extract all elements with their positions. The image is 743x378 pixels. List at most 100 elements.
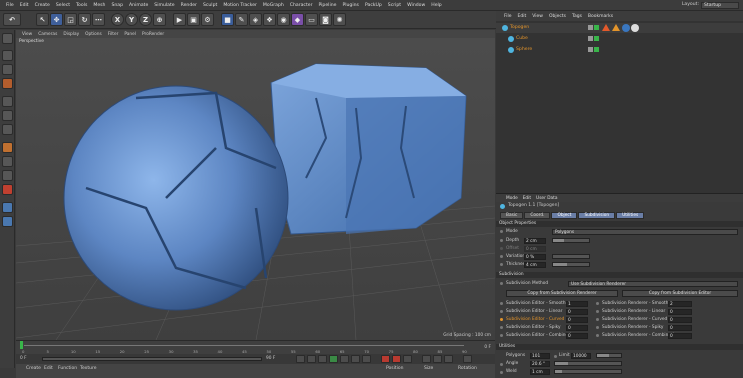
- bottom-menu-texture[interactable]: Texture: [80, 366, 96, 371]
- layout-select[interactable]: Startup: [701, 2, 739, 9]
- angle-slider[interactable]: [554, 361, 622, 366]
- tab-subdivision[interactable]: Subdivision: [578, 212, 616, 219]
- object-row-cube[interactable]: Cube: [496, 34, 743, 44]
- om-menu-objects[interactable]: Objects: [549, 14, 566, 19]
- thickness-slider[interactable]: [552, 262, 590, 267]
- edges-mode-icon[interactable]: [2, 110, 13, 121]
- visibility-icon[interactable]: [588, 47, 593, 52]
- timeline-playhead[interactable]: [20, 341, 23, 349]
- menu-snap[interactable]: Snap: [111, 3, 123, 8]
- animation-dot-icon[interactable]: [500, 363, 503, 366]
- menu-sculpt[interactable]: Sculpt: [203, 3, 217, 8]
- render-view-icon[interactable]: ▶: [173, 13, 186, 26]
- animation-dot-icon[interactable]: [596, 318, 599, 321]
- rotation-key-icon[interactable]: [444, 355, 453, 363]
- tweak-mode-icon[interactable]: [2, 156, 13, 167]
- subdiv-editor-combined-field[interactable]: 0: [566, 333, 588, 339]
- deformer-icon[interactable]: ◆: [291, 13, 304, 26]
- viewport-menu-filter[interactable]: Filter: [108, 32, 119, 37]
- menu-animate[interactable]: Animate: [129, 3, 148, 8]
- render-picture-viewer-icon[interactable]: ▣: [187, 13, 200, 26]
- mode-dropdown[interactable]: Polygons: [552, 229, 738, 235]
- texture-mode-icon[interactable]: [2, 64, 13, 75]
- play-icon[interactable]: [329, 355, 338, 363]
- animation-dot-icon[interactable]: [596, 302, 599, 305]
- animation-dot-icon[interactable]: [500, 230, 503, 233]
- scale-key-icon[interactable]: [433, 355, 442, 363]
- animation-dot-icon[interactable]: [500, 371, 503, 374]
- menu-select[interactable]: Select: [56, 3, 70, 8]
- viewport-menu-prorender[interactable]: ProRender: [142, 32, 164, 37]
- object-name[interactable]: Cube: [516, 34, 528, 44]
- prev-frame-icon[interactable]: [318, 355, 327, 363]
- animation-dot-icon[interactable]: [500, 334, 503, 337]
- material-tag-icon[interactable]: [631, 24, 639, 32]
- copy-from-editor-button[interactable]: Copy from Subdivision Editor: [622, 290, 738, 297]
- menu-file[interactable]: File: [6, 3, 14, 8]
- coordinate-system-icon[interactable]: ⊕: [153, 13, 166, 26]
- points-mode-icon[interactable]: [2, 96, 13, 107]
- viewport-menu-view[interactable]: View: [22, 32, 32, 37]
- am-menu-user-data[interactable]: User Data: [536, 196, 557, 201]
- subdiv-renderer-linear-field[interactable]: 0: [668, 309, 692, 315]
- array-icon[interactable]: ❖: [263, 13, 276, 26]
- menu-help[interactable]: Help: [431, 3, 441, 8]
- subdivision-surface-icon[interactable]: ◈: [249, 13, 262, 26]
- limit-slider[interactable]: [596, 353, 622, 358]
- menu-mograph[interactable]: MoGraph: [263, 3, 284, 8]
- record-keys-icon[interactable]: [381, 355, 390, 363]
- om-menu-edit[interactable]: Edit: [518, 14, 527, 19]
- menu-edit[interactable]: Edit: [20, 3, 29, 8]
- depth-slider[interactable]: [552, 238, 590, 243]
- make-editable-icon[interactable]: [2, 33, 13, 44]
- bottom-menu-create[interactable]: Create: [26, 366, 41, 371]
- timeline-menu-icon[interactable]: [463, 355, 472, 363]
- animation-dot-icon[interactable]: [500, 318, 503, 321]
- menu-tools[interactable]: Tools: [76, 3, 87, 8]
- viewport-menu-options[interactable]: Options: [85, 32, 102, 37]
- enabled-check-icon[interactable]: [594, 36, 599, 41]
- am-menu-edit[interactable]: Edit: [523, 196, 531, 201]
- viewport-menu-cameras[interactable]: Cameras: [38, 32, 57, 37]
- animation-dot-icon[interactable]: [596, 334, 599, 337]
- offset-field[interactable]: 0 cm: [524, 246, 546, 252]
- instance-icon[interactable]: ◉: [277, 13, 290, 26]
- tab-object[interactable]: Object: [551, 212, 578, 219]
- menu-motion-tracker[interactable]: Motion Tracker: [223, 3, 257, 8]
- depth-field[interactable]: 2 cm: [524, 238, 546, 244]
- copy-from-renderer-button[interactable]: Copy from Subdivision Renderer: [506, 290, 618, 297]
- 3d-viewport[interactable]: Perspective Grid Spacing : 100 cm: [16, 38, 495, 340]
- enable-axis-icon[interactable]: [2, 142, 13, 153]
- subdiv-renderer-smooth-field[interactable]: 2: [668, 301, 692, 307]
- live-selection-icon[interactable]: ↖: [36, 13, 49, 26]
- animation-dot-icon[interactable]: [500, 282, 503, 285]
- subdiv-renderer-spiky-field[interactable]: 0: [668, 325, 692, 331]
- animation-dot-icon[interactable]: [596, 326, 599, 329]
- workplane-icon[interactable]: [2, 78, 13, 89]
- enabled-check-icon[interactable]: [594, 25, 599, 30]
- axis-z-button[interactable]: Z: [139, 13, 152, 26]
- goto-end-icon[interactable]: [362, 355, 371, 363]
- menu-simulate[interactable]: Simulate: [154, 3, 174, 8]
- menu-character[interactable]: Character: [290, 3, 313, 8]
- viewport-menu-panel[interactable]: Panel: [124, 32, 136, 37]
- subdiv-editor-spiky-field[interactable]: 0: [566, 325, 588, 331]
- polygons-mode-icon[interactable]: [2, 124, 13, 135]
- limit-field[interactable]: 10000: [571, 353, 591, 359]
- object-row-sphere[interactable]: Sphere: [496, 45, 743, 55]
- rotate-tool-icon[interactable]: ↻: [78, 13, 91, 26]
- material-tag-icon[interactable]: [622, 24, 630, 32]
- prev-key-icon[interactable]: [307, 355, 316, 363]
- visibility-icon[interactable]: [588, 36, 593, 41]
- variation-field[interactable]: 0 %: [524, 254, 546, 260]
- render-settings-icon[interactable]: ⚙: [201, 13, 214, 26]
- bottom-menu-function[interactable]: Function: [58, 366, 77, 371]
- autokey-icon[interactable]: [392, 355, 401, 363]
- scale-tool-icon[interactable]: ◲: [64, 13, 77, 26]
- camera-icon[interactable]: ◙: [319, 13, 332, 26]
- preview-range-slider[interactable]: [42, 357, 262, 361]
- object-name[interactable]: Sphere: [516, 45, 532, 55]
- animation-dot-icon[interactable]: [500, 326, 503, 329]
- animation-dot-icon[interactable]: [554, 355, 557, 358]
- animation-dot-icon[interactable]: [500, 263, 503, 266]
